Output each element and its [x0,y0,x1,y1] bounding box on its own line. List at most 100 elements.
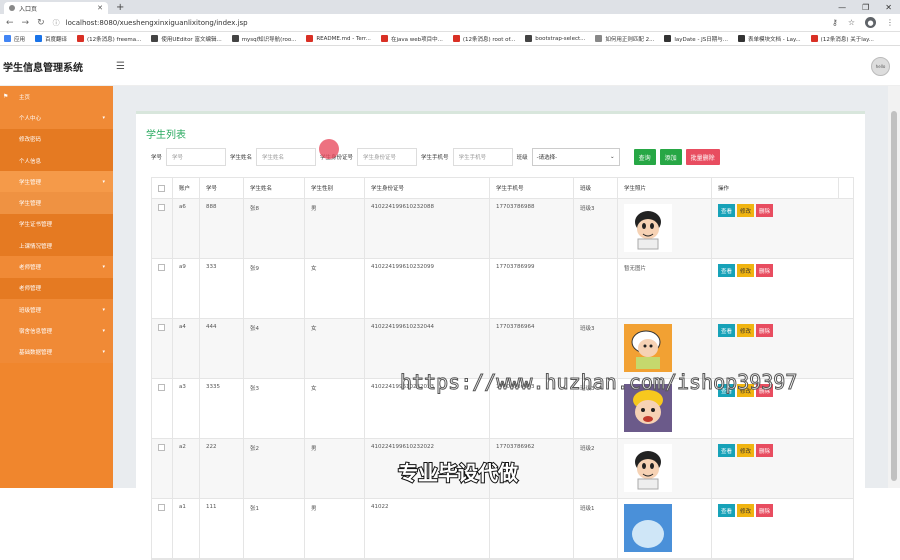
bookmark-item[interactable]: README.md - Terr... [306,35,371,42]
table-cell: 张2 [244,439,305,498]
bookmark-item[interactable]: mysql知识导航(roo... [231,35,296,43]
app-brand: 学生信息管理系统 [3,62,83,74]
view-button[interactable]: 查看 [718,204,736,217]
add-button[interactable]: 添加 [659,149,682,165]
forward-icon[interactable]: → [22,18,30,28]
sidebar-item[interactable]: 修改密码 [0,128,113,150]
delete-button[interactable]: 删除 [756,204,774,217]
bookmark-label: (12条消息) 关于lay... [820,36,874,43]
sidebar-item[interactable]: 上课情况管理 [0,235,113,257]
class-select[interactable]: -请选择- ⌄ [531,148,620,166]
edit-button[interactable]: 修改 [737,504,755,517]
bookmark-item[interactable]: 应用 [4,35,25,43]
bookmark-item[interactable]: 百度翻译 [35,35,67,43]
bookmark-item[interactable]: (12条消息) freema... [77,35,141,43]
bookmark-item[interactable]: bootstrap-select... [525,35,585,42]
name-input[interactable]: 学生姓名 [256,148,317,166]
student-list-card: 学生列表 学号 学号 学生姓名 学生姓名 学生身份证号 学生身份证号 学生手机号… [136,111,865,560]
bookmark-icon [4,35,11,42]
row-checkbox[interactable] [158,504,165,511]
table-cell: 张1 [244,499,305,558]
view-button[interactable]: 查看 [718,504,736,517]
phone-input[interactable]: 学生手机号 [452,148,513,166]
bookmark-item[interactable]: 表单模块文档 - Lay... [738,35,801,43]
sidebar-item-label: 学生管理 [19,201,42,208]
edit-button[interactable]: 修改 [737,204,755,217]
back-icon[interactable]: ← [6,18,14,28]
sidebar-item[interactable]: 老师管理 [0,277,113,299]
sidebar-item[interactable]: 宿舍信息管理 ▾ [0,320,113,342]
bookmark-label: 使用UEditor 富文编辑... [161,36,222,43]
table-cell: 333 [200,259,244,318]
select-all-checkbox[interactable] [158,184,165,192]
sidebar-item[interactable]: 学生管理 ▾ [0,171,113,193]
bookmark-label: README.md - Terr... [316,35,371,42]
delete-button[interactable]: 删除 [756,504,774,517]
browser-tab[interactable]: 入口页 ✕ [4,2,108,14]
bookmark-item[interactable]: (12条消息) root of... [452,35,515,43]
scrollbar-thumb[interactable] [891,111,897,481]
view-button[interactable]: 查看 [718,444,736,457]
sidebar: ⚑ 主页 个人中心 ▾ 修改密码 个人信息 学生管理 ▾ 学生管理 学生证书管理 上课情况管理 老师管… [0,86,113,488]
close-window-icon[interactable]: ✕ [885,2,892,14]
key-icon[interactable]: ⚷ [832,18,838,27]
bookmark-icon [810,35,818,42]
user-avatar[interactable]: hello [871,56,890,76]
table-cell: 17703786999 [490,259,574,318]
sidebar-item[interactable]: 基础数据管理 ▾ [0,341,113,363]
ops-cell: 查看 修改 删除 [712,499,839,558]
bookmark-item[interactable]: layDate - JS日期与... [664,35,728,43]
sidebar-item-label: 学生证书管理 [19,222,53,229]
id-input[interactable]: 学号 [166,148,227,166]
row-checkbox[interactable] [158,324,165,331]
bookmark-item[interactable]: 在java web项目中... [380,35,443,43]
bookmark-icon [35,35,43,42]
star-icon[interactable]: ☆ [848,18,855,27]
delete-button[interactable]: 删除 [756,324,774,337]
row-checkbox[interactable] [158,384,165,391]
chevron-down-icon: ▾ [102,114,105,121]
edit-button[interactable]: 修改 [737,264,755,277]
scrollbar[interactable] [888,86,900,488]
sidebar-item-label: 老师管理 [19,286,42,293]
menu-icon[interactable]: ⋮ [886,18,894,27]
idcard-input[interactable]: 学生身份证号 [357,148,418,166]
sidebar-item[interactable]: 班级管理 ▾ [0,298,113,321]
address-bar[interactable]: ⓘ localhost:8080/xueshengxinxiguanlixito… [53,18,824,28]
minimize-icon[interactable]: — [838,2,846,14]
delete-button[interactable]: 删除 [756,264,774,277]
delete-button[interactable]: 删除 [756,444,774,457]
sidebar-item[interactable]: ⚑ 主页 [0,86,113,108]
reload-icon[interactable]: ↻ [37,18,45,28]
query-button[interactable]: 查询 [633,149,656,165]
bookmark-item[interactable]: (12条消息) 关于lay... [810,35,874,43]
close-tab-icon[interactable]: ✕ [97,4,103,12]
bookmark-label: bootstrap-select... [535,35,586,42]
bookmark-item[interactable]: 使用UEditor 富文编辑... [151,35,222,43]
sidebar-item[interactable]: 老师管理 ▾ [0,256,113,278]
view-button[interactable]: 查看 [718,264,736,277]
row-checkbox[interactable] [158,444,165,451]
edit-button[interactable]: 修改 [737,444,755,457]
row-checkbox[interactable] [158,264,165,271]
sidebar-item[interactable]: 个人中心 ▾ [0,107,113,129]
edit-button[interactable]: 修改 [737,324,755,337]
view-button[interactable]: 查看 [718,324,736,337]
sidebar-item[interactable]: 学生证书管理 [0,213,113,236]
chevron-down-icon: ▾ [102,306,105,313]
row-checkbox-cell [152,499,173,558]
new-tab-icon[interactable]: + [116,2,124,14]
batch-delete-button[interactable]: 批量删除 [685,149,720,165]
browser-tab-bar: 入口页 ✕ + — ❐ ✕ [0,0,900,14]
row-checkbox-cell [152,199,173,258]
sidebar-item-label: 上课情况管理 [19,243,53,250]
sidebar-item[interactable]: 学生管理 [0,192,113,214]
hamburger-icon[interactable]: ☰ [116,61,125,72]
column-header: 学号 [200,178,244,198]
table-cell [490,499,574,558]
restore-icon[interactable]: ❐ [862,2,869,14]
bookmark-item[interactable]: 如何用正则匹配 2... [595,35,654,43]
sidebar-item[interactable]: 个人信息 [0,149,113,172]
profile-icon[interactable]: ● [865,17,876,28]
row-checkbox[interactable] [158,204,165,211]
